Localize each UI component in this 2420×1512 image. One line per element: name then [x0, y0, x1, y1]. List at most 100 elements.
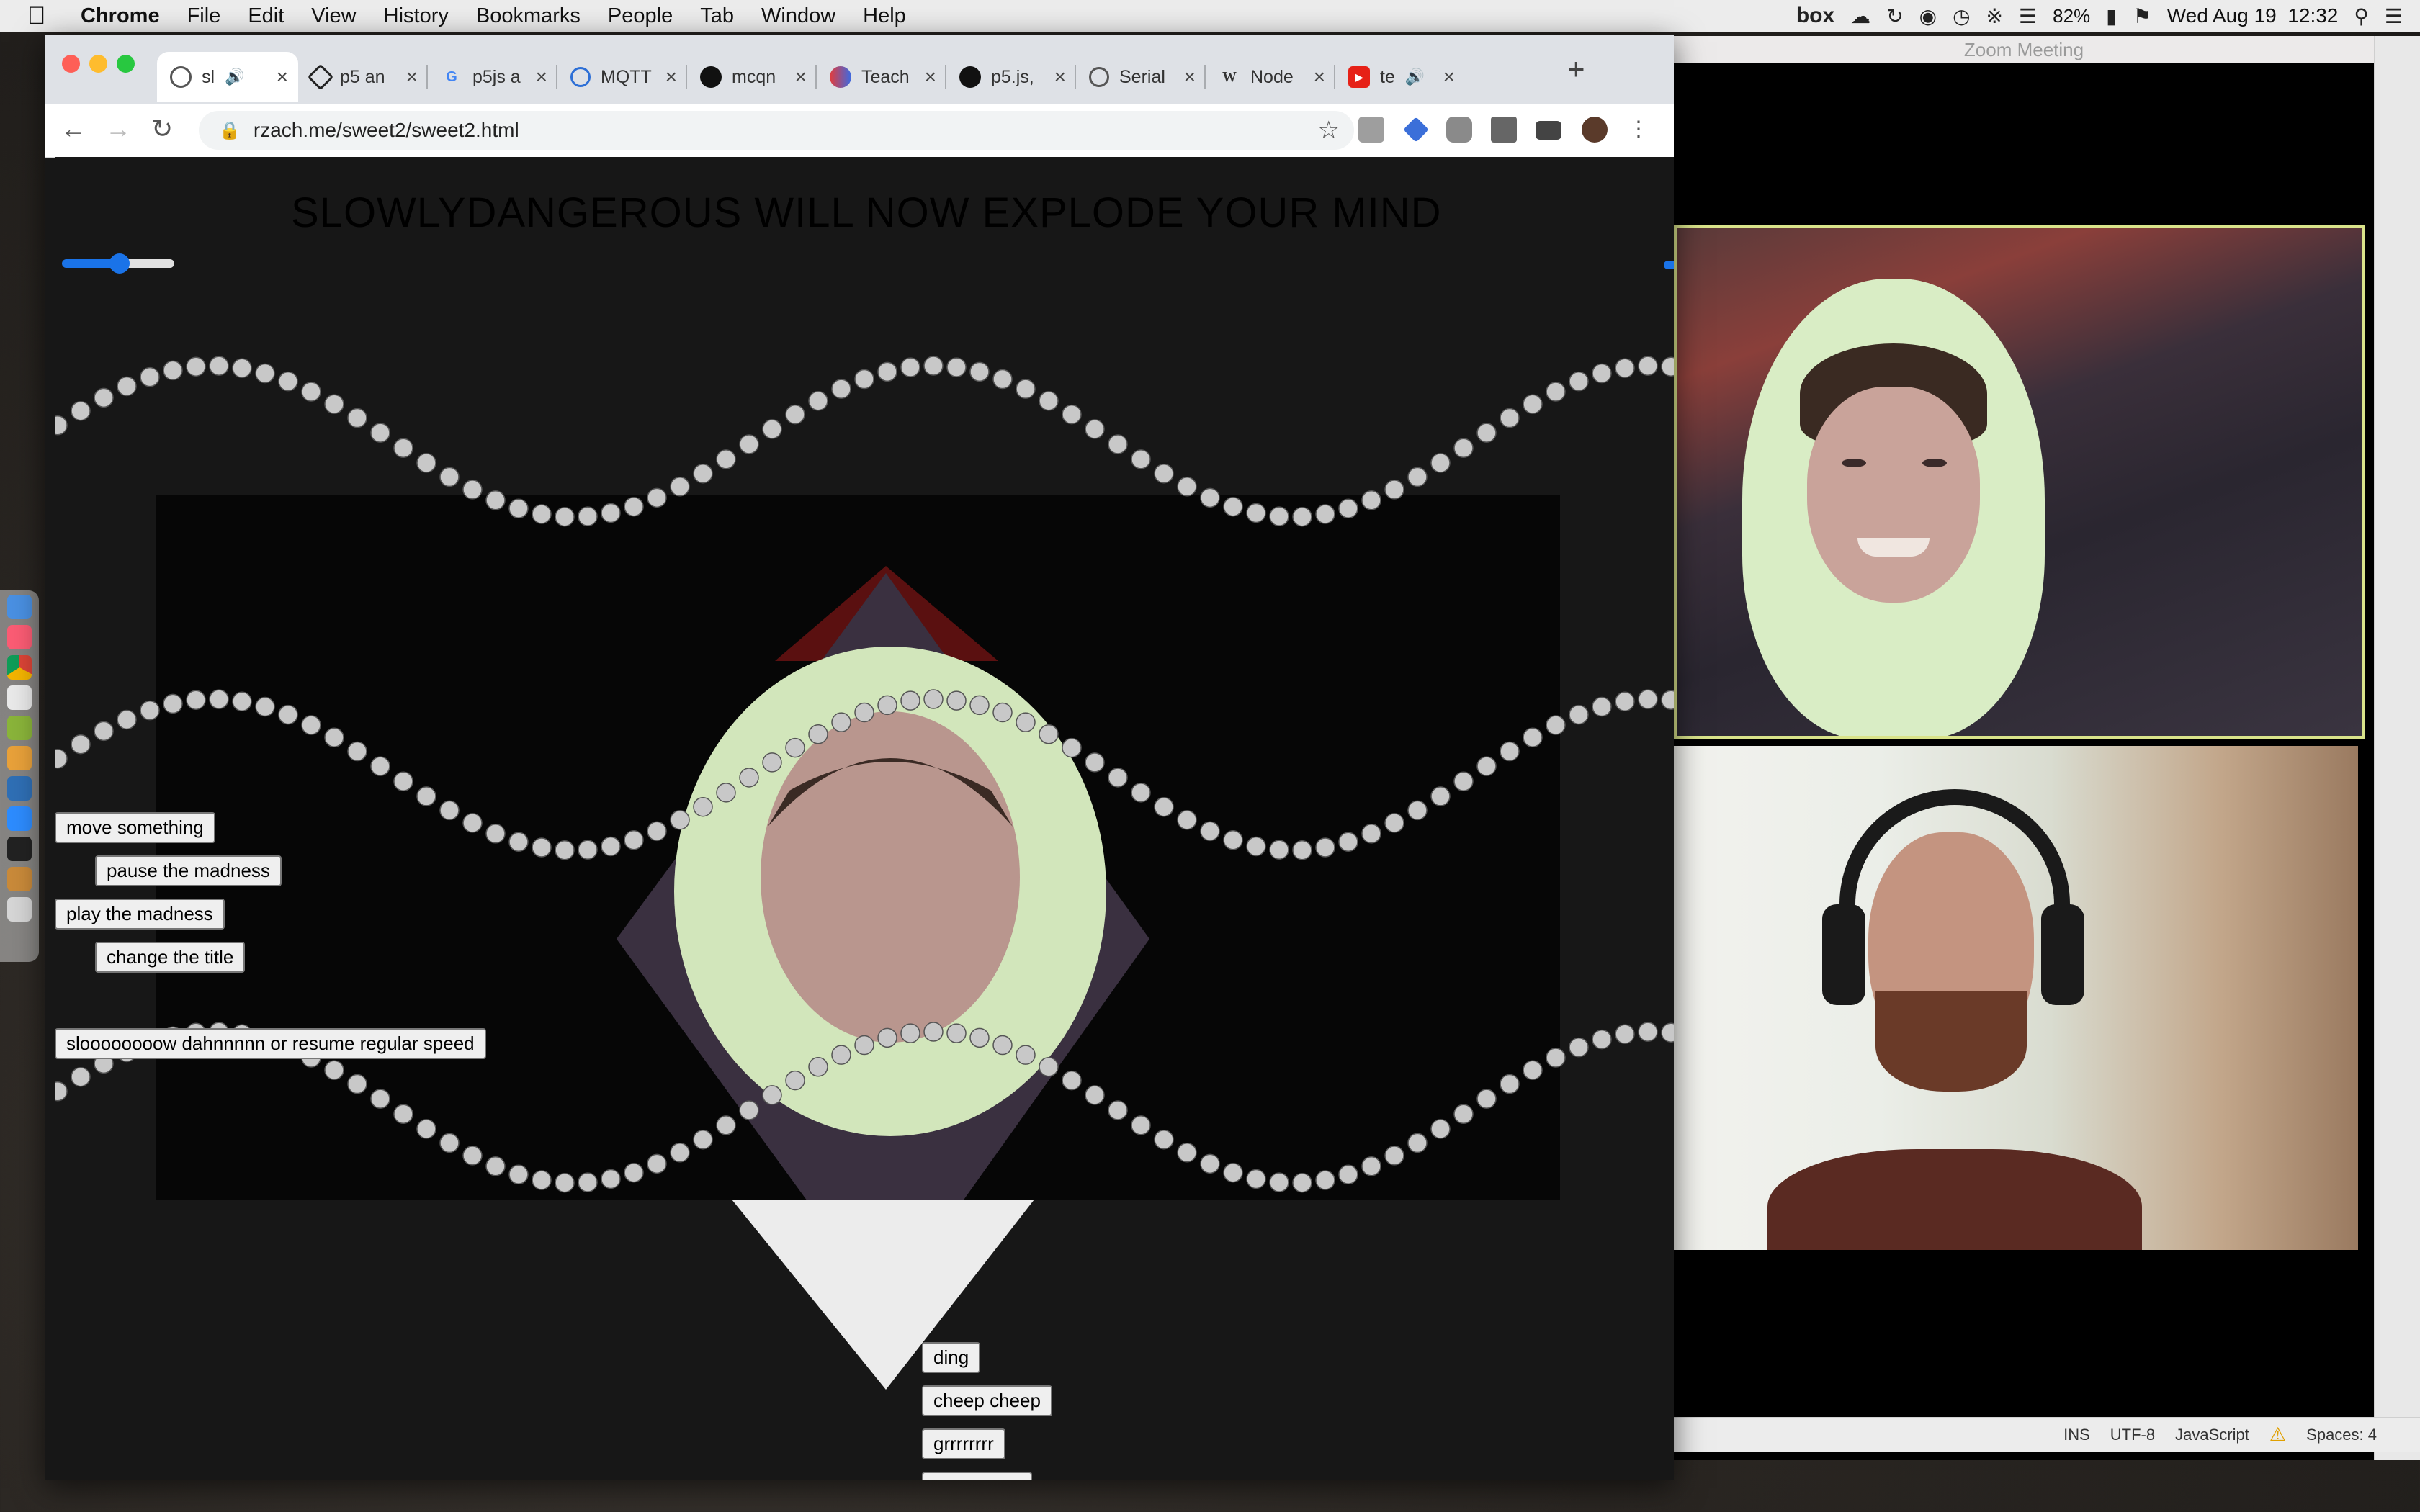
tab-4[interactable]: MQTT ×	[557, 52, 687, 102]
menu-window[interactable]: Window	[761, 4, 835, 28]
close-tab-icon[interactable]: ×	[1184, 66, 1196, 89]
close-tab-icon[interactable]: ×	[536, 66, 547, 89]
ding-button[interactable]: ding	[922, 1342, 981, 1373]
close-tab-icon[interactable]: ×	[1443, 66, 1455, 89]
close-tab-icon[interactable]: ×	[666, 66, 677, 89]
wave-dot	[831, 712, 851, 732]
menubar-clock[interactable]: Wed Aug 19 12:32	[2167, 4, 2339, 27]
tab-6[interactable]: Teach ×	[817, 52, 946, 102]
menu-edit[interactable]: Edit	[248, 4, 284, 28]
wave-dot	[1062, 737, 1082, 758]
extension-briefcase-icon[interactable]	[1358, 117, 1384, 143]
status-spaces[interactable]: Spaces: 4	[2306, 1426, 2377, 1444]
play-button[interactable]: play the madness	[55, 899, 225, 930]
tab-10[interactable]: ▶ te 🔊 ×	[1335, 52, 1465, 102]
spotlight-search-icon[interactable]: ⚲	[2354, 4, 2369, 28]
tab-active[interactable]: sl 🔊 ×	[157, 52, 298, 102]
profile-avatar[interactable]	[1582, 117, 1608, 143]
mqtt-icon	[570, 67, 591, 87]
reload-icon[interactable]: ↻	[151, 114, 173, 144]
menu-bookmarks[interactable]: Bookmarks	[476, 4, 581, 28]
cheep-cheep-button[interactable]: cheep cheep	[922, 1385, 1052, 1416]
fontbook-dock-icon[interactable]	[7, 746, 32, 770]
close-tab-icon[interactable]: ×	[1054, 66, 1066, 89]
slider-edge[interactable]	[1664, 261, 1674, 269]
extension-graduation-icon[interactable]	[1403, 117, 1429, 143]
apple-icon[interactable]: 	[27, 2, 53, 30]
wave-dot	[647, 821, 667, 842]
media-control-icon[interactable]	[1536, 121, 1561, 140]
warning-icon[interactable]: ⚠	[2269, 1423, 2286, 1446]
camera-icon[interactable]	[1446, 117, 1472, 143]
change-title-button[interactable]: change the title	[95, 942, 246, 973]
tab-8[interactable]: Serial ×	[1076, 52, 1206, 102]
wave-dot	[163, 693, 183, 714]
speed-slider[interactable]	[62, 253, 174, 274]
tab-5[interactable]: mcqn ×	[687, 52, 817, 102]
box-app-icon[interactable]: box	[1796, 4, 1834, 28]
terminal-dock-icon[interactable]	[7, 837, 32, 861]
close-window-button[interactable]	[62, 55, 80, 73]
new-tab-button[interactable]: +	[1567, 52, 1585, 86]
speaker-icon[interactable]: 🔊	[1405, 68, 1425, 86]
slow-speed-button[interactable]: sloooooooow dahnnnnn or resume regular s…	[55, 1028, 486, 1059]
tab-3[interactable]: G p5js a ×	[428, 52, 557, 102]
maximize-window-button[interactable]	[117, 55, 135, 73]
trash-dock-icon[interactable]	[7, 897, 32, 922]
wifi-icon[interactable]: ☰	[2019, 4, 2037, 28]
battery-icon[interactable]: ▮	[2106, 4, 2117, 28]
address-bar[interactable]: 🔒 rzach.me/sweet2/sweet2.html ☆	[199, 111, 1354, 150]
close-tab-icon[interactable]: ×	[277, 66, 288, 89]
forward-icon[interactable]: →	[105, 114, 131, 144]
move-something-button[interactable]: move something	[55, 812, 215, 843]
menu-help[interactable]: Help	[863, 4, 906, 28]
time-machine-icon[interactable]: ◷	[1953, 4, 1970, 28]
menu-app-name[interactable]: Chrome	[81, 4, 160, 28]
zoom-video-self[interactable]	[1674, 746, 2358, 1250]
menu-people[interactable]: People	[608, 4, 673, 28]
menu-tab[interactable]: Tab	[700, 4, 734, 28]
close-tab-icon[interactable]: ×	[795, 66, 807, 89]
minimize-window-button[interactable]	[89, 55, 107, 73]
status-mode[interactable]: INS	[2063, 1426, 2090, 1444]
finder-dock-icon[interactable]	[7, 595, 32, 619]
chrome-dock-icon[interactable]	[7, 655, 32, 680]
grrr-button[interactable]: grrrrrrrr	[922, 1428, 1005, 1459]
back-icon[interactable]: ←	[60, 114, 86, 144]
pause-button[interactable]: pause the madness	[95, 855, 282, 886]
notes-dock-icon[interactable]	[7, 716, 32, 740]
lock-icon[interactable]: 🔒	[219, 120, 241, 141]
preview-dock-icon[interactable]	[7, 776, 32, 801]
music-dock-icon[interactable]	[7, 625, 32, 649]
tab-7[interactable]: p5.js, ×	[946, 52, 1076, 102]
wave-dot	[1407, 800, 1428, 821]
drive-icon[interactable]: ◉	[1919, 4, 1937, 28]
status-encoding[interactable]: UTF-8	[2110, 1426, 2155, 1444]
menu-file[interactable]: File	[187, 4, 221, 28]
speaker-icon[interactable]: 🔊	[225, 68, 244, 86]
close-tab-icon[interactable]: ×	[406, 66, 418, 89]
cloud-upload-icon[interactable]: ☁	[1850, 4, 1870, 28]
us-flag-icon[interactable]: ⚑	[2133, 4, 2151, 28]
slider-thumb[interactable]	[109, 253, 130, 274]
sync-icon[interactable]: ↻	[1886, 4, 1903, 28]
status-language[interactable]: JavaScript	[2175, 1426, 2249, 1444]
ding-dong-button[interactable]: ding dong!	[922, 1472, 1033, 1480]
wave-dot	[485, 1156, 506, 1176]
close-tab-icon[interactable]: ×	[1314, 66, 1325, 89]
slack-dock-icon[interactable]	[7, 685, 32, 710]
tab-9[interactable]: W Node ×	[1206, 52, 1335, 102]
tab-2[interactable]: p5 an ×	[298, 52, 428, 102]
extensions-puzzle-icon[interactable]	[1491, 117, 1517, 143]
bookmark-star-icon[interactable]: ☆	[1318, 116, 1340, 145]
more-menu-icon[interactable]: ⋮	[1628, 117, 1649, 142]
menu-view[interactable]: View	[311, 4, 356, 28]
menu-history[interactable]: History	[384, 4, 449, 28]
close-tab-icon[interactable]: ×	[925, 66, 936, 89]
zoom-dock-icon[interactable]	[7, 806, 32, 831]
app-dock-icon[interactable]	[7, 867, 32, 891]
notification-center-icon[interactable]: ☰	[2385, 4, 2403, 28]
bluetooth-icon[interactable]: ※	[1986, 4, 2003, 28]
wave-dot	[1269, 1172, 1289, 1192]
zoom-video-speaker[interactable]	[1674, 225, 2365, 739]
